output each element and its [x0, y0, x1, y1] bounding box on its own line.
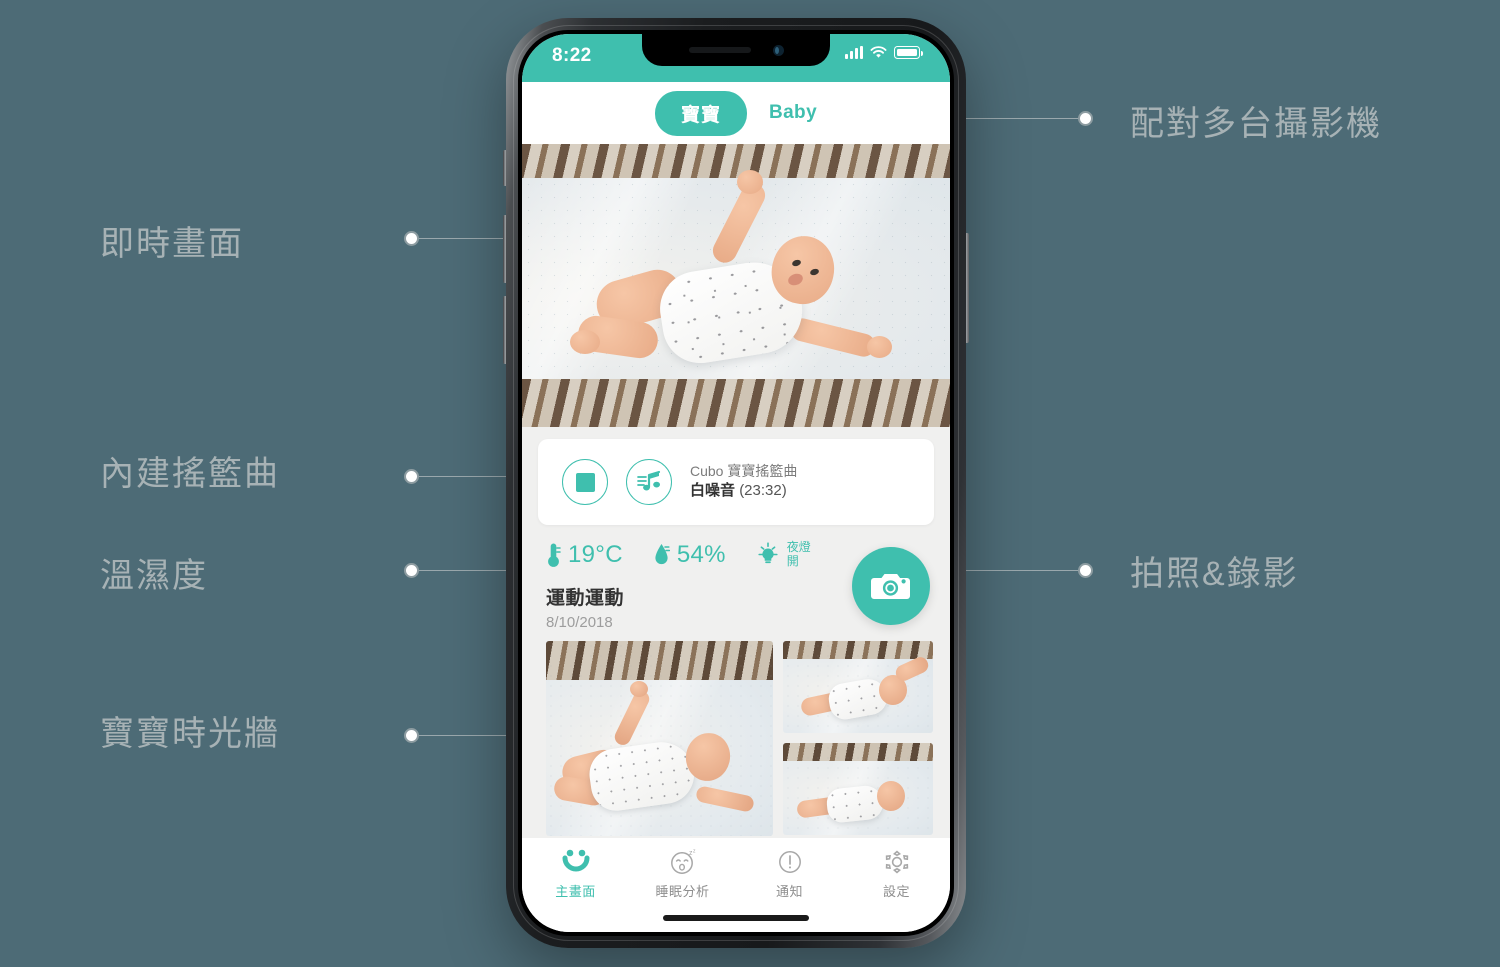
- annotation-timeline-wall-label: 寶寶時光牆: [100, 715, 280, 753]
- sleep-face-icon: z z: [670, 849, 696, 874]
- lullaby-player-card[interactable]: Cubo 寶寶搖籃曲 白噪音 (23:32): [538, 439, 934, 525]
- temperature-reading: 19°C: [546, 541, 623, 569]
- phone-notch: [642, 34, 830, 66]
- nav-item-sleep-analysis[interactable]: z z 睡眠分析: [629, 849, 736, 900]
- live-camera-feed[interactable]: [522, 144, 950, 427]
- annotation-temp-humidity-dot: [404, 563, 419, 578]
- gallery-photo-small-1[interactable]: [783, 641, 933, 733]
- gallery-photo-small-2[interactable]: [783, 743, 933, 835]
- baby-face: [786, 256, 826, 290]
- annotation-photo-video-dot: [1078, 563, 1093, 578]
- humidity-drop-icon: [655, 544, 670, 565]
- main-content: Cubo 寶寶搖籃曲 白噪音 (23:32) 19°C 54% 夜燈 開 運動運…: [522, 427, 950, 848]
- alert-icon: [778, 851, 801, 873]
- home-smiley-icon: [562, 849, 589, 872]
- tab-baby-active[interactable]: 寶寶: [654, 90, 747, 136]
- baby-foot: [570, 330, 600, 354]
- camera-tab-bar: 寶寶 Baby: [522, 82, 950, 144]
- gear-icon: [885, 850, 908, 874]
- thermometer-icon: [548, 543, 561, 567]
- camera-icon: [871, 574, 910, 599]
- humidity-reading: 54%: [653, 541, 726, 569]
- front-camera-icon: [772, 44, 784, 56]
- annotation-multi-camera-label: 配對多台攝影機: [1130, 105, 1382, 143]
- lullaby-track-info: Cubo 寶寶搖籃曲 白噪音 (23:32): [690, 462, 797, 501]
- lullaby-track-line: 白噪音 (23:32): [690, 481, 797, 501]
- stop-icon: [575, 472, 595, 492]
- nav-item-settings[interactable]: 設定: [843, 849, 950, 900]
- nightlight-title: 夜燈: [786, 540, 811, 555]
- baby-lower-hand: [867, 336, 892, 358]
- nightlight-state: 開: [786, 554, 799, 568]
- phone-bezel: 8:22 寶寶 Baby Cubo 寶寶搖籃曲 白噪音 (23:32) 19°C…: [518, 30, 954, 936]
- phone-frame: 8:22 寶寶 Baby Cubo 寶寶搖籃曲 白噪音 (23:32) 19°C…: [506, 18, 966, 948]
- tab-baby-english[interactable]: Baby: [769, 102, 817, 124]
- lullaby-track-name: 白噪音: [690, 482, 736, 500]
- annotation-timeline-wall-dot: [404, 728, 419, 743]
- crib-slats-top: [522, 144, 950, 180]
- music-note-icon: [637, 470, 661, 491]
- baby-raised-hand: [737, 170, 763, 194]
- wifi-icon: [870, 46, 887, 58]
- svg-text:z: z: [693, 849, 696, 855]
- signal-bars-icon: [845, 46, 863, 59]
- playlist-button[interactable]: [626, 459, 672, 505]
- annotation-live-view-label: 即時畫面: [100, 225, 244, 263]
- annotation-lullaby-dot: [404, 469, 419, 484]
- crib-slats-bottom: [522, 379, 950, 427]
- home-indicator[interactable]: [663, 915, 809, 921]
- nav-item-sleep-analysis-label: 睡眠分析: [655, 884, 710, 899]
- nav-item-notifications-label: 通知: [775, 884, 803, 899]
- nav-item-settings-label: 設定: [882, 884, 910, 899]
- gallery-photo-large[interactable]: [546, 641, 773, 836]
- phone-screen: 8:22 寶寶 Baby Cubo 寶寶搖籃曲 白噪音 (23:32) 19°C…: [522, 34, 950, 932]
- gallery-grid: [546, 641, 950, 836]
- nav-item-notifications[interactable]: 通知: [736, 849, 843, 900]
- lullaby-playlist-name: Cubo 寶寶搖籃曲: [690, 463, 798, 480]
- annotation-multi-camera-dot: [1078, 111, 1093, 126]
- status-bar-icons: [845, 46, 923, 59]
- annotation-live-view-dot: [404, 231, 419, 246]
- annotation-photo-video-label: 拍照&錄影: [1130, 555, 1299, 593]
- annotation-temp-humidity-label: 溫濕度: [100, 557, 208, 595]
- capture-photo-button[interactable]: [852, 547, 930, 625]
- stop-button[interactable]: [562, 459, 608, 505]
- lightbulb-icon: [758, 542, 778, 564]
- nav-item-home-label: 主畫面: [555, 884, 596, 899]
- gallery-side-column: [783, 641, 933, 836]
- humidity-value: 54%: [676, 541, 726, 568]
- nightlight-label-block: 夜燈 開: [786, 540, 811, 569]
- earpiece-speaker: [688, 47, 751, 53]
- temperature-value: 19°C: [568, 541, 623, 568]
- nightlight-status[interactable]: 夜燈 開: [756, 540, 811, 569]
- annotation-lullaby-label: 內建搖籃曲: [100, 455, 280, 493]
- lullaby-track-time: (23:32): [739, 482, 787, 500]
- status-bar-clock: 8:22: [552, 45, 592, 66]
- battery-full-icon: [894, 46, 923, 59]
- nav-item-home[interactable]: 主畫面: [522, 849, 629, 900]
- screenshot-root: 即時畫面 內建搖籃曲 溫濕度 寶寶時光牆 配對多台攝影機 拍照&錄影 8:22: [0, 0, 1500, 967]
